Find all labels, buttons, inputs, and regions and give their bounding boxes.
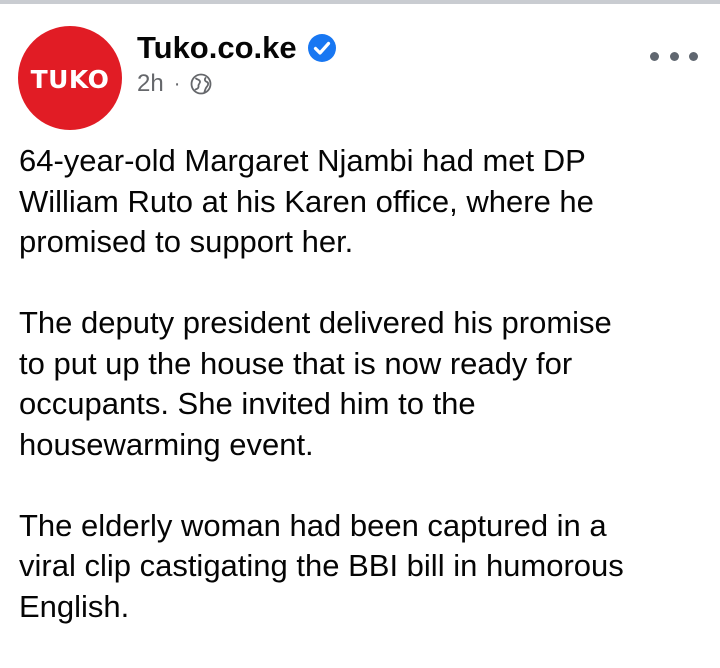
post-timestamp[interactable]: 2h [137,70,164,98]
page-name-link[interactable]: Tuko.co.ke [137,30,297,66]
more-options-icon [669,51,679,61]
meta-separator: · [173,72,181,95]
post-text: 64-year-old Margaret Njambi had met DP W… [19,141,709,668]
post-header: TUKO Tuko.co.ke 2h · [0,4,720,130]
post-paragraph: 64-year-old Margaret Njambi had met DP W… [19,143,594,259]
page-name-row: Tuko.co.ke [137,30,337,66]
post-meta: 2h · [137,70,212,98]
page-avatar[interactable]: TUKO [18,26,122,130]
more-options-icon [689,51,698,61]
post-paragraph: The deputy president delivered his promi… [19,305,612,462]
verified-badge-icon [307,33,337,63]
more-options-button[interactable] [650,44,698,68]
more-options-icon [650,51,659,61]
globe-icon[interactable] [190,73,212,95]
post-paragraph: The elderly woman had been captured in a… [19,507,624,624]
avatar-logo-text: TUKO [30,64,110,94]
